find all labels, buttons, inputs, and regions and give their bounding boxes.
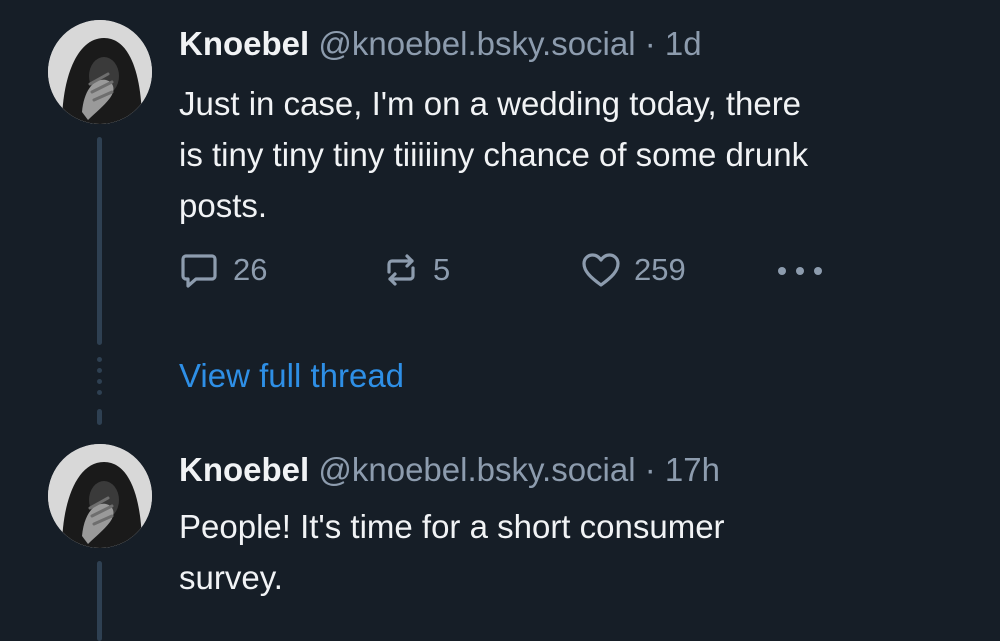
post-text: People! It's time for a short consumer s… — [179, 508, 725, 596]
reply-count: 26 — [233, 252, 268, 287]
avatar-2[interactable] — [48, 444, 152, 548]
post-header: Knoebel @knoebel.bsky.social · 1d — [179, 22, 702, 66]
avatar-hooded-figure-icon — [48, 20, 152, 124]
post-timestamp[interactable]: 1d — [665, 25, 702, 62]
post-text: Just in case, I'm on a wedding today, th… — [179, 85, 809, 224]
reply-button[interactable]: 26 — [179, 250, 267, 290]
thread-dot — [97, 379, 102, 384]
view-full-thread-link[interactable]: View full thread — [179, 354, 404, 398]
avatar-1[interactable] — [48, 20, 152, 124]
post-header: Knoebel @knoebel.bsky.social · 17h — [179, 448, 720, 492]
thread-line-lower — [97, 561, 102, 641]
speech-bubble-icon — [181, 254, 217, 288]
thread-dot — [97, 368, 102, 373]
thread-line-mid — [97, 409, 102, 425]
heart-icon — [582, 253, 620, 287]
thread-dot — [97, 390, 102, 395]
more-dots-icon — [778, 267, 822, 275]
header-separator: · — [644, 25, 656, 62]
thread-line-upper — [97, 137, 102, 345]
repost-button[interactable]: 5 — [381, 250, 450, 290]
avatar-hooded-figure-icon — [48, 444, 152, 548]
author-handle[interactable]: @knoebel.bsky.social — [318, 25, 635, 62]
repost-arrows-icon — [387, 254, 415, 286]
thread-dot — [97, 357, 102, 362]
repost-count: 5 — [433, 252, 451, 287]
header-separator: · — [644, 451, 656, 488]
post-timestamp[interactable]: 17h — [665, 451, 720, 488]
author-name[interactable]: Knoebel — [179, 451, 309, 488]
author-handle[interactable]: @knoebel.bsky.social — [318, 451, 635, 488]
like-button[interactable]: 259 — [580, 250, 686, 290]
author-name[interactable]: Knoebel — [179, 25, 309, 62]
more-options-button[interactable] — [775, 250, 825, 290]
like-count: 259 — [634, 252, 686, 287]
